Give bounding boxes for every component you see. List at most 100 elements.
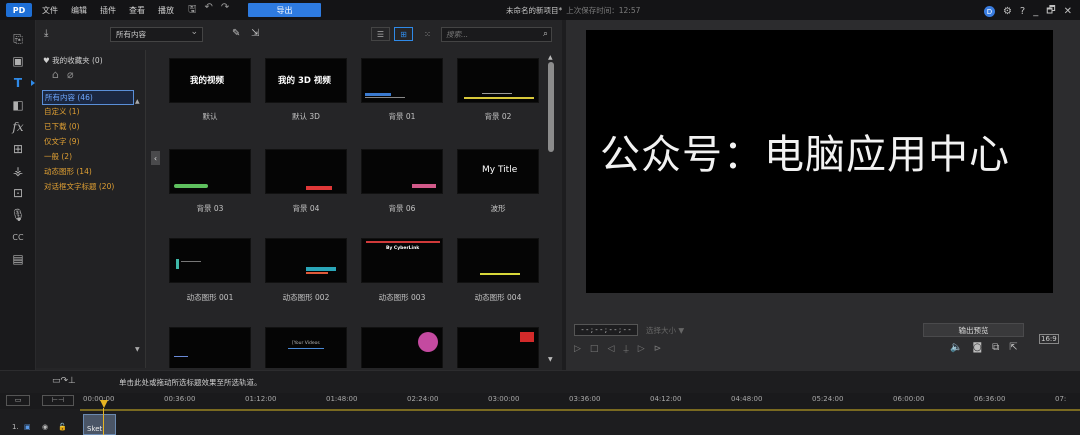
- track-type-icon[interactable]: ▣: [24, 423, 31, 431]
- external-window-icon[interactable]: ⇱: [1009, 342, 1017, 353]
- menu-view[interactable]: 查看: [129, 5, 145, 16]
- title-thumbnail[interactable]: [169, 327, 251, 368]
- prev-frame-icon[interactable]: ◁: [607, 344, 614, 354]
- captions-icon[interactable]: CC: [0, 226, 36, 248]
- title-thumbnail[interactable]: [457, 58, 539, 103]
- category-text-only[interactable]: 仅文字 (9): [42, 135, 134, 150]
- timeline-view-button[interactable]: ⊢⊣: [42, 395, 74, 406]
- title-thumbnail[interactable]: [169, 149, 251, 194]
- grid-view-button[interactable]: ⊞: [394, 27, 413, 41]
- camera-icon[interactable]: ◙: [972, 342, 982, 353]
- photo-room-icon[interactable]: ▣: [0, 50, 36, 72]
- title-thumbnail[interactable]: [361, 327, 443, 368]
- title-thumbnail[interactable]: My Title: [457, 149, 539, 194]
- download-icon[interactable]: ⇲: [251, 28, 259, 39]
- menu-edit[interactable]: 编辑: [71, 5, 87, 16]
- media-room-icon[interactable]: ⎘: [0, 28, 36, 50]
- category-dialog-titles[interactable]: 对话框文字标题 (20): [42, 180, 134, 195]
- settings-icon[interactable]: ⚙: [1003, 6, 1012, 17]
- preview-tools: 🔈 ◙ ⧉ ⇱: [950, 342, 1018, 353]
- scrollbar-thumb[interactable]: [548, 62, 554, 152]
- size-select[interactable]: 选择大小 ▼: [646, 325, 684, 336]
- title-thumbnail[interactable]: [265, 149, 347, 194]
- playhead[interactable]: [100, 400, 108, 435]
- menu-file[interactable]: 文件: [42, 5, 58, 16]
- save-icon[interactable]: 🖫: [188, 2, 197, 19]
- scroll-down-icon[interactable]: ▼: [548, 356, 553, 363]
- title-thumbnail[interactable]: [361, 149, 443, 194]
- title-thumbnail[interactable]: [361, 58, 443, 103]
- timecode-display[interactable]: - - ; - - ; - - ; - -: [574, 324, 638, 336]
- next-frame-icon[interactable]: ▷: [638, 344, 645, 354]
- collapse-panel-button[interactable]: ‹: [151, 151, 160, 165]
- particle-room-icon[interactable]: ⚶: [0, 160, 36, 182]
- category-scrollbar[interactable]: ▲ ▼: [135, 98, 140, 354]
- scroll-up-icon[interactable]: ▲: [548, 54, 553, 61]
- volume-icon[interactable]: 🔈: [950, 342, 962, 353]
- timeline-ruler[interactable]: 00:00:00 00:36:00 01:12:00 01:48:00 02:2…: [80, 393, 1080, 411]
- tag-icons: ⌂ ⌀: [52, 68, 74, 81]
- list-view-button[interactable]: ☰: [371, 27, 390, 41]
- account-icon[interactable]: D: [983, 6, 995, 17]
- voiceover-icon[interactable]: 🎙: [0, 204, 36, 226]
- output-preview-button[interactable]: 输出预览: [923, 323, 1024, 337]
- category-motion-graphics[interactable]: 动态图形 (14): [42, 165, 134, 180]
- track-tools-icon[interactable]: ▭↷⊥: [52, 376, 76, 386]
- menu-plugins[interactable]: 插件: [100, 5, 116, 16]
- close-icon[interactable]: ✕: [1064, 6, 1072, 17]
- restore-icon[interactable]: 🗗: [1046, 3, 1055, 20]
- snapshot-icon[interactable]: ⍊: [623, 344, 628, 354]
- undo-icon[interactable]: ↶: [205, 2, 213, 19]
- chapter-room-icon[interactable]: ▤: [0, 248, 36, 270]
- title-thumbnail[interactable]: By CyberLink: [361, 238, 443, 283]
- library-scrollbar[interactable]: ▲ ▼: [547, 54, 555, 364]
- quick-toolbar: 🖫 ↶ ↷: [188, 2, 229, 19]
- subtitle-template-icon[interactable]: ⊡: [0, 182, 36, 204]
- remove-tag-icon[interactable]: ⌀: [67, 68, 74, 81]
- scroll-up-icon[interactable]: ▲: [135, 98, 140, 105]
- small-grid-button[interactable]: ⁙: [418, 27, 437, 41]
- library-search-input[interactable]: 搜索... ⌕: [441, 27, 552, 42]
- title-thumbnail[interactable]: [457, 327, 539, 368]
- help-icon[interactable]: ?: [1020, 6, 1025, 17]
- title-thumbnail[interactable]: [265, 238, 347, 283]
- search-icon[interactable]: ⌕: [543, 28, 548, 41]
- track-number: 1.: [12, 423, 19, 431]
- add-tag-icon[interactable]: ⌂: [52, 68, 59, 81]
- play-icon[interactable]: ▷: [574, 344, 581, 354]
- transition-room-icon[interactable]: ◧: [0, 94, 36, 116]
- title-thumbnail[interactable]: [457, 238, 539, 283]
- content-filter-select[interactable]: 所有内容: [110, 26, 203, 42]
- thumbnail-bar: [288, 348, 324, 349]
- new-title-icon[interactable]: ✎: [232, 28, 240, 39]
- thumbnail-label: 背景 03: [196, 204, 224, 213]
- title-thumbnail[interactable]: 我的 3D 视频: [265, 58, 347, 103]
- minimize-icon[interactable]: _: [1033, 6, 1038, 17]
- title-thumbnail[interactable]: 我的视频: [169, 58, 251, 103]
- title-room-icon[interactable]: T: [0, 72, 36, 94]
- fast-forward-icon[interactable]: ⊳: [654, 344, 662, 354]
- category-all[interactable]: 所有内容 (46): [42, 90, 134, 105]
- aspect-ratio-select[interactable]: 16:9: [1039, 334, 1059, 344]
- title-thumbnail[interactable]: [169, 238, 251, 283]
- scroll-down-icon[interactable]: ▼: [135, 346, 140, 353]
- category-custom[interactable]: 自定义 (1): [42, 105, 134, 120]
- ruler-tick: 00:36:00: [164, 395, 196, 403]
- title-thumbnail[interactable]: [Your Videos: [265, 327, 347, 368]
- undock-icon[interactable]: ⧉: [992, 342, 999, 353]
- favorites-item[interactable]: ♥ 我的收藏夹 (0): [43, 55, 103, 66]
- lock-icon[interactable]: 🔓: [58, 423, 67, 431]
- storyboard-view-button[interactable]: ▭: [6, 395, 30, 406]
- export-button[interactable]: 导出: [248, 3, 321, 17]
- visibility-icon[interactable]: ◉: [42, 423, 48, 431]
- category-downloaded[interactable]: 已下载 (0): [42, 120, 134, 135]
- stop-icon[interactable]: □: [590, 344, 599, 354]
- category-general[interactable]: 一般 (2): [42, 150, 134, 165]
- preview-screen[interactable]: 公众号：电脑应用中心: [586, 30, 1053, 293]
- redo-icon[interactable]: ↷: [221, 2, 229, 19]
- import-icon[interactable]: ⤓: [44, 28, 48, 39]
- menu-playback[interactable]: 播放: [158, 5, 174, 16]
- pip-room-icon[interactable]: ⊞: [0, 138, 36, 160]
- playhead-handle[interactable]: [100, 400, 108, 408]
- effect-room-icon[interactable]: fx: [0, 116, 36, 138]
